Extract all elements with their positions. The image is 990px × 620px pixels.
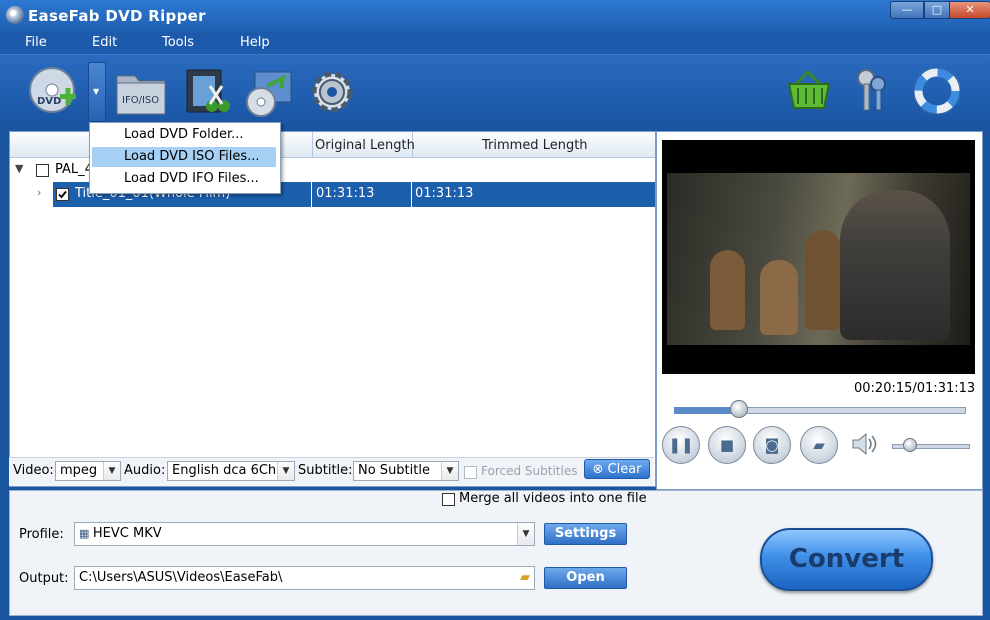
load-dropdown-menu: Load DVD Folder... Load DVD ISO Files...… <box>89 122 281 194</box>
profile-label: Profile: <box>19 527 64 542</box>
convert-button[interactable]: Convert <box>760 528 933 591</box>
output-path-field[interactable]: C:\Users\ASUS\Videos\EaseFab\ ▰ <box>74 566 535 590</box>
menu-load-dvd-iso[interactable]: Load DVD ISO Files... <box>92 147 276 167</box>
video-select-value: mpeg <box>60 463 98 478</box>
chevron-down-icon: ▼ <box>517 523 534 545</box>
audio-label: Audio: <box>124 463 166 478</box>
audio-select[interactable]: English dca 6Ch ▼ <box>167 461 295 481</box>
video-edit-icon[interactable] <box>184 66 236 118</box>
volume-thumb[interactable] <box>903 438 917 452</box>
chevron-down-icon: ▼ <box>93 87 100 96</box>
menu-bar: File Edit Tools Help <box>0 32 990 55</box>
chevron-down-icon: ▼ <box>277 462 294 480</box>
merge-label: Merge all videos into one file <box>459 491 647 506</box>
keys-icon[interactable] <box>852 68 892 114</box>
svg-text:DVD: DVD <box>37 96 61 107</box>
column-separator <box>411 182 412 207</box>
menu-help[interactable]: Help <box>240 35 270 50</box>
lifebuoy-icon[interactable] <box>913 67 961 115</box>
close-button[interactable]: ✕ <box>949 1 990 19</box>
title-checkbox[interactable] <box>56 188 69 201</box>
video-figure <box>840 190 950 340</box>
video-figure <box>760 260 798 335</box>
group-label: PAL_4 <box>55 162 93 177</box>
stop-button[interactable]: ■ <box>708 426 746 464</box>
output-label: Output: <box>19 571 69 586</box>
time-display: 00:20:15/01:31:13 <box>854 381 976 396</box>
group-checkbox[interactable] <box>36 164 49 177</box>
stop-icon: ■ <box>719 436 735 454</box>
snapshot-button[interactable]: ◙ <box>753 426 791 464</box>
folder-icon[interactable]: ▰ <box>520 567 530 589</box>
column-trimmed-length[interactable]: Trimmed Length <box>482 138 588 153</box>
video-figure <box>805 230 841 330</box>
pause-icon: ❚❚ <box>668 436 694 454</box>
title-trimmed-length: 01:31:13 <box>415 186 474 201</box>
track-options-bar: Video: mpeg ▼ Audio: English dca 6Ch ▼ S… <box>9 457 654 486</box>
title-original-length: 01:31:13 <box>316 186 375 201</box>
chevron-down-icon[interactable]: ▼ <box>15 162 23 175</box>
load-dropdown-button[interactable]: ▼ <box>88 62 106 122</box>
column-separator <box>311 182 312 207</box>
maximize-button[interactable]: □ <box>924 1 950 19</box>
minimize-button[interactable]: — <box>890 1 924 19</box>
film-icon: ▦ <box>79 527 93 540</box>
basket-icon[interactable] <box>786 68 832 112</box>
video-label: Video: <box>13 463 54 478</box>
subtitle-label: Subtitle: <box>298 463 353 478</box>
clear-icon: ⊗ <box>592 462 608 477</box>
merge-checkbox[interactable] <box>442 493 455 506</box>
column-separator <box>312 132 313 157</box>
camera-icon: ◙ <box>764 436 780 454</box>
subtitle-select-value: No Subtitle <box>358 463 430 478</box>
chevron-down-icon: ▼ <box>103 462 120 480</box>
video-select[interactable]: mpeg ▼ <box>55 461 121 481</box>
menu-tools[interactable]: Tools <box>162 35 194 50</box>
folder-icon: ▰ <box>813 436 825 454</box>
video-figure <box>710 250 745 330</box>
menu-load-dvd-ifo[interactable]: Load DVD IFO Files... <box>92 169 276 189</box>
clear-label: Clear <box>607 462 642 477</box>
pause-button[interactable]: ❚❚ <box>662 426 700 464</box>
menu-edit[interactable]: Edit <box>92 35 117 50</box>
seek-thumb[interactable] <box>730 400 748 418</box>
forced-subtitles-checkbox[interactable] <box>464 466 477 479</box>
app-logo-icon <box>6 6 24 24</box>
clear-button[interactable]: ⊗ Clear <box>584 459 650 479</box>
profile-select[interactable]: ▦ HEVC MKV ▼ <box>74 522 535 546</box>
dvd-add-icon[interactable]: DVD <box>28 66 80 118</box>
column-original-length[interactable]: Original Length <box>315 138 415 153</box>
open-button[interactable]: Open <box>544 567 627 589</box>
menu-file[interactable]: File <box>25 35 47 50</box>
menu-load-dvd-folder[interactable]: Load DVD Folder... <box>92 125 276 145</box>
subtitle-select[interactable]: No Subtitle ▼ <box>353 461 459 481</box>
chevron-down-icon: ▼ <box>441 462 458 480</box>
profile-value: HEVC MKV <box>92 526 162 541</box>
app-title: EaseFab DVD Ripper <box>28 7 206 25</box>
ifo-iso-label: IFO/ISO <box>122 95 159 106</box>
settings-button[interactable]: Settings <box>544 523 627 545</box>
seek-bar-fill <box>674 407 738 414</box>
output-path-value: C:\Users\ASUS\Videos\EaseFab\ <box>79 570 283 585</box>
dvd-export-icon[interactable] <box>245 68 297 120</box>
open-folder-button[interactable]: ▰ <box>800 426 838 464</box>
title-bar: EaseFab DVD Ripper — □ ✕ <box>0 0 990 32</box>
chevron-right-icon[interactable]: › <box>37 186 41 199</box>
audio-select-value: English dca 6Ch <box>172 463 276 478</box>
forced-subtitles-label: Forced Subtitles <box>481 464 578 478</box>
ifo-iso-icon[interactable]: IFO/ISO <box>115 68 167 116</box>
settings-gear-icon[interactable] <box>308 68 356 116</box>
speaker-icon[interactable] <box>851 432 877 456</box>
